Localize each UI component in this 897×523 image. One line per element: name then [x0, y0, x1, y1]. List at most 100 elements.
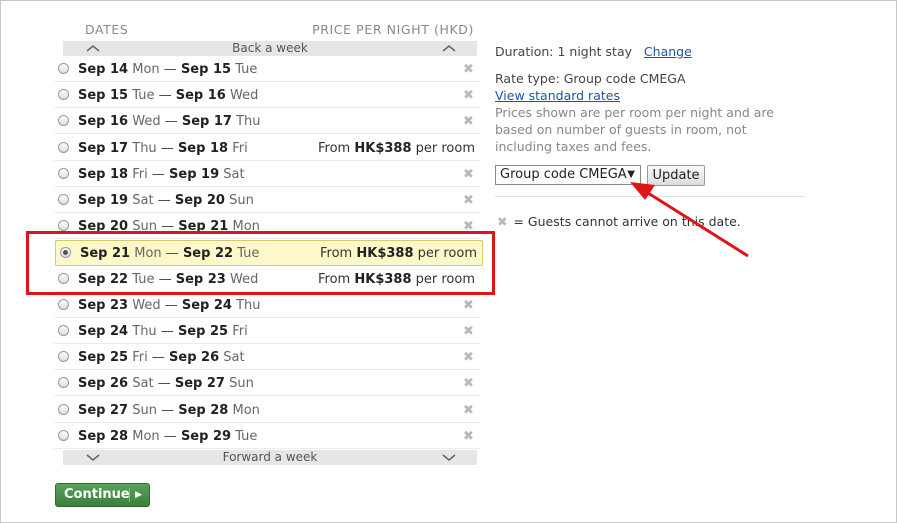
date-range: Sep 14 Mon — Sep 15 Tue	[78, 57, 257, 82]
date-range: Sep 26 Sat — Sep 27 Sun	[78, 371, 254, 396]
chevron-down-icon	[86, 454, 100, 462]
from-day: Sun	[132, 402, 157, 418]
from-day: Sat	[132, 193, 154, 208]
date-row[interactable]: Sep 26 Sat — Sep 27 Sun ✖	[54, 371, 480, 397]
range-dash: —	[156, 140, 178, 156]
unavailable-x-icon: ✖	[463, 62, 474, 77]
price-header: PRICE PER NIGHT (HKD)	[312, 22, 474, 37]
back-a-week-button[interactable]: Back a week	[63, 41, 477, 56]
to-day: Fri	[232, 324, 248, 339]
price-prefix: From	[318, 140, 355, 156]
unavailable-x-icon: ✖	[463, 166, 474, 182]
to-date: Sep 29	[180, 428, 232, 444]
duration-text: Duration: 1 night stay	[495, 44, 632, 59]
unavailable-x-icon: ✖	[463, 114, 474, 130]
from-day: Fri	[132, 166, 148, 182]
from-day: Mon	[132, 62, 160, 77]
to-date: Sep 28	[178, 402, 229, 418]
range-dash: —	[147, 166, 170, 182]
date-radio[interactable]	[58, 298, 69, 310]
date-radio[interactable]	[58, 141, 69, 153]
to-day: Sat	[223, 166, 245, 182]
date-radio[interactable]	[58, 325, 69, 336]
column-headers: DATES PRICE PER NIGHT (HKD)	[62, 22, 474, 38]
from-date: Sep 24	[78, 324, 129, 339]
date-radio[interactable]	[58, 351, 69, 363]
date-radio[interactable]	[58, 89, 69, 101]
from-date: Sep 23	[78, 297, 129, 313]
date-range: Sep 19 Sat — Sep 20 Sun	[78, 188, 254, 213]
to-day: Sat	[223, 350, 245, 366]
unavailable-x-icon: ✖	[497, 214, 508, 229]
forward-a-week-button[interactable]: Forward a week	[63, 450, 477, 465]
duration-line: Duration: 1 night stay Change	[495, 44, 692, 59]
date-row[interactable]: Sep 23 Wed — Sep 24 Thu ✖	[54, 293, 480, 318]
from-day: Fri	[132, 350, 148, 366]
date-range: Sep 24 Thu — Sep 25 Fri	[78, 319, 248, 344]
date-range: Sep 16 Wed — Sep 17 Thu	[78, 109, 261, 134]
legend-text: = Guests cannot arrive on this date.	[513, 214, 741, 229]
rate-code-value: Group code CMEGA	[500, 167, 627, 182]
change-link[interactable]: Change	[644, 44, 692, 59]
date-radio[interactable]	[58, 377, 69, 389]
from-day: Wed	[132, 297, 161, 313]
range-dash: —	[159, 62, 181, 77]
date-row[interactable]: Sep 24 Thu — Sep 25 Fri ✖	[54, 319, 480, 344]
date-row[interactable]: Sep 19 Sat — Sep 20 Sun ✖	[54, 188, 480, 213]
to-date: Sep 25	[177, 324, 229, 339]
chevron-down-icon	[442, 454, 456, 462]
unavailable-x-icon: ✖	[463, 376, 474, 392]
from-day: Thu	[132, 324, 157, 339]
to-date: Sep 16	[175, 88, 226, 104]
date-row[interactable]: Sep 14 Mon — Sep 15 Tue ✖	[54, 57, 480, 82]
from-day: Mon	[132, 428, 160, 444]
date-range: Sep 18 Fri — Sep 19 Sat	[78, 162, 245, 187]
date-radio[interactable]	[58, 63, 69, 74]
date-row[interactable]: Sep 17 Thu — Sep 18 Fri From HK$388 per r…	[54, 136, 480, 161]
chevron-up-icon	[86, 44, 100, 52]
range-dash: —	[159, 428, 181, 444]
rate-type-text: Rate type: Group code CMEGA	[495, 71, 686, 86]
to-day: Thu	[236, 297, 261, 313]
unavailable-x-icon: ✖	[463, 428, 474, 444]
rate-code-select[interactable]: Group code CMEGA ▼	[495, 165, 641, 185]
date-radio[interactable]	[58, 194, 69, 205]
to-date: Sep 24	[181, 297, 232, 313]
date-radio[interactable]	[58, 429, 69, 441]
unavailable-x-icon: ✖	[463, 324, 474, 339]
date-row[interactable]: Sep 18 Fri — Sep 19 Sat ✖	[54, 162, 480, 187]
back-a-week-label: Back a week	[232, 41, 308, 55]
to-day: Thu	[236, 114, 261, 130]
unavailable-x-icon: ✖	[463, 88, 474, 104]
date-row[interactable]: Sep 25 Fri — Sep 26 Sat ✖	[54, 345, 480, 371]
date-row[interactable]: Sep 28 Mon — Sep 29 Tue ✖	[54, 424, 480, 449]
to-day: Fri	[232, 140, 248, 156]
view-standard-rates-link[interactable]: View standard rates	[495, 88, 620, 103]
date-radio[interactable]	[58, 403, 69, 415]
date-row[interactable]: Sep 15 Tue — Sep 16 Wed ✖	[54, 83, 480, 109]
date-radio[interactable]	[58, 167, 69, 179]
dropdown-arrow-icon: ▼	[627, 169, 635, 180]
date-radio[interactable]	[58, 220, 69, 232]
unavailable-legend: ✖ = Guests cannot arrive on this date.	[497, 214, 741, 229]
from-date: Sep 25	[78, 350, 129, 366]
price-note: Prices shown are per room per night and …	[495, 105, 774, 154]
date-row[interactable]: Sep 27 Sun — Sep 28 Mon ✖	[54, 398, 480, 423]
from-day: Thu	[132, 140, 157, 156]
from-date: Sep 26	[78, 376, 129, 392]
from-date: Sep 27	[78, 402, 129, 418]
date-radio[interactable]	[58, 115, 69, 127]
to-date: Sep 15	[180, 62, 232, 77]
date-row[interactable]: Sep 16 Wed — Sep 17 Thu ✖	[54, 109, 480, 135]
from-day: Sat	[132, 376, 154, 392]
continue-button[interactable]: Continue ▶	[55, 483, 150, 507]
price-suffix: per room	[411, 140, 475, 156]
unavailable-x-icon: ✖	[463, 193, 474, 208]
range-dash: —	[156, 324, 178, 339]
unavailable-x-icon: ✖	[463, 297, 474, 313]
from-date: Sep 14	[78, 62, 129, 77]
to-day: Sun	[229, 376, 254, 392]
range-dash: —	[154, 88, 176, 104]
forward-a-week-label: Forward a week	[222, 450, 318, 464]
update-button[interactable]: Update	[647, 165, 705, 186]
